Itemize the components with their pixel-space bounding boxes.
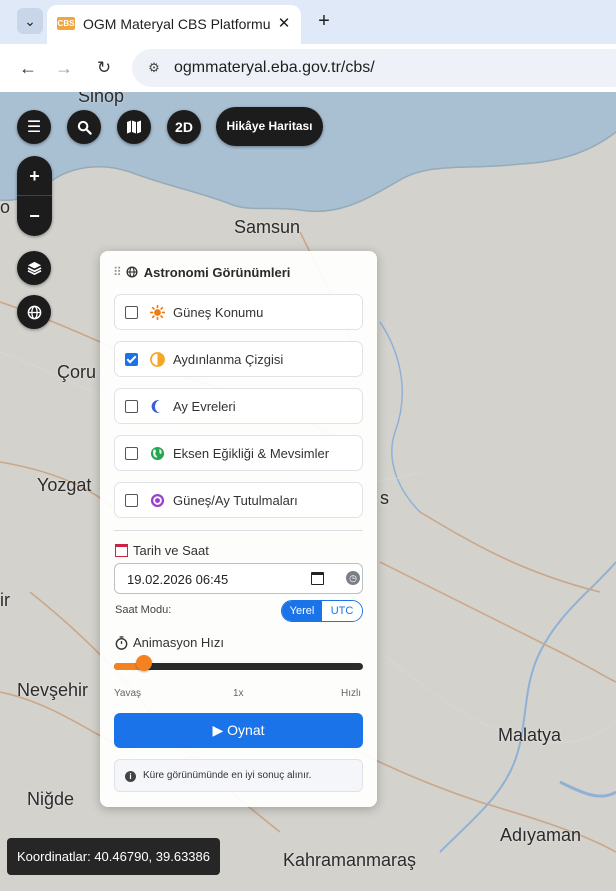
- datetime-value: 19.02.2026 06:45: [127, 572, 229, 587]
- browser-toolbar: ← → ↻ ⚙ ogmmateryal.eba.gov.tr/cbs/: [0, 44, 616, 92]
- tab-title: OGM Materyal CBS Platformu: [83, 16, 271, 32]
- coordinates-readout: Koordinatlar: 40.46790, 39.63386: [7, 838, 220, 875]
- reload-icon[interactable]: ↻: [92, 56, 116, 80]
- panel-header[interactable]: ⠿ Astronomi Görünümleri: [113, 264, 290, 280]
- city-label: Niğde: [27, 789, 75, 809]
- back-arrow-icon[interactable]: ←: [16, 56, 40, 80]
- astronomy-panel: ⠿ Astronomi Görünümleri Güneş Konumu Ayd…: [100, 251, 377, 807]
- info-text: Küre görünümünde en iyi sonuç alınır.: [143, 770, 312, 781]
- option-label: Eksen Eğikliği & Mevsimler: [173, 446, 330, 461]
- layers-icon: [27, 261, 41, 275]
- play-label: Oynat: [227, 722, 265, 738]
- chevron-down-icon: ⌄: [24, 12, 36, 29]
- calendar-picker-icon[interactable]: [311, 572, 324, 585]
- river: [379, 321, 421, 513]
- option-label: Ay Evreleri: [173, 399, 236, 414]
- moon-phases-checkbox[interactable]: [125, 400, 138, 413]
- sun-icon: [150, 305, 165, 320]
- view-2d-button[interactable]: 2D: [167, 110, 201, 144]
- datetime-label: Tarih ve Saat: [133, 543, 209, 558]
- city-label: Samsun: [234, 217, 301, 237]
- option-axial-tilt[interactable]: Eksen Eğikliği & Mevsimler: [114, 435, 363, 471]
- story-map-button[interactable]: Hikâye Haritası: [216, 107, 323, 146]
- eclipses-checkbox[interactable]: [125, 494, 138, 507]
- option-moon-phases[interactable]: Ay Evreleri: [114, 388, 363, 424]
- city-label: s: [380, 488, 389, 508]
- half-circle-icon: [150, 352, 165, 367]
- panel-title: Astronomi Görünümleri: [143, 264, 291, 280]
- river: [559, 780, 616, 798]
- calendar-icon: [115, 544, 128, 557]
- address-bar[interactable]: ⚙ ogmmateryal.eba.gov.tr/cbs/: [132, 49, 616, 87]
- animation-section: Animasyon Hızı: [115, 635, 224, 650]
- eclipse-icon: [150, 493, 165, 508]
- browser-tab-bar: ⌄ CBS OGM Materyal CBS Platformu ✕ +: [0, 0, 616, 44]
- stopwatch-icon: [115, 635, 128, 650]
- url-text: ogmmateryal.eba.gov.tr/cbs/: [174, 59, 375, 76]
- zoom-in-button[interactable]: +: [17, 156, 52, 196]
- search-icon: [77, 120, 92, 135]
- option-label: Aydınlanma Çizgisi: [173, 352, 284, 367]
- option-sun-position[interactable]: Güneş Konumu: [114, 294, 363, 330]
- forward-arrow-icon[interactable]: →: [52, 56, 76, 80]
- browser-tab[interactable]: CBS OGM Materyal CBS Platformu ✕: [47, 5, 301, 44]
- time-mode-label: Saat Modu:: [115, 604, 172, 616]
- search-button[interactable]: [67, 110, 101, 144]
- city-label: Malatya: [498, 725, 562, 745]
- city-label: o: [0, 197, 11, 217]
- mode-utc-button[interactable]: UTC: [322, 601, 362, 621]
- axial-tilt-checkbox[interactable]: [125, 447, 138, 460]
- drag-handle-icon[interactable]: ⠿: [113, 265, 122, 279]
- globe-icon: [27, 305, 41, 319]
- city-label: ir: [0, 590, 10, 610]
- mode-local-button[interactable]: Yerel: [282, 601, 322, 621]
- city-label: Adıyaman: [500, 825, 582, 845]
- play-icon: ▶: [212, 722, 228, 738]
- play-button[interactable]: ▶ Oynat: [114, 713, 363, 748]
- close-tab-icon[interactable]: ✕: [274, 14, 294, 34]
- datetime-input[interactable]: 19.02.2026 06:45 ◷: [114, 563, 363, 594]
- layers-button[interactable]: [17, 251, 51, 285]
- basemap-button[interactable]: [117, 110, 151, 144]
- city-label: Kahramanmaraş: [283, 850, 417, 870]
- globe-button[interactable]: [17, 295, 51, 329]
- city-label: Nevşehir: [17, 680, 89, 700]
- city-label: Çoru: [57, 362, 97, 382]
- menu-icon: ☰: [26, 119, 42, 136]
- menu-button[interactable]: ☰: [17, 110, 51, 144]
- tab-search-button[interactable]: ⌄: [17, 8, 43, 34]
- speed-slow-label: Yavaş: [114, 688, 142, 699]
- speed-slider-thumb[interactable]: [135, 655, 152, 671]
- favicon-icon: CBS: [57, 17, 75, 30]
- city-label: Sinop: [78, 92, 125, 106]
- info-note: i Küre görünümünde en iyi sonuç alınır.: [114, 759, 363, 792]
- moon-icon: [151, 400, 160, 413]
- speed-value-label: 1x: [233, 688, 244, 699]
- clock-icon[interactable]: ◷: [346, 571, 360, 585]
- animation-label: Animasyon Hızı: [133, 635, 225, 650]
- new-tab-button[interactable]: +: [313, 10, 335, 32]
- zoom-control: + −: [17, 156, 52, 236]
- zoom-out-button[interactable]: −: [17, 196, 52, 236]
- option-eclipses[interactable]: Güneş/Ay Tutulmaları: [114, 482, 363, 518]
- divider: [114, 530, 363, 531]
- terminator-checkbox[interactable]: [125, 353, 138, 366]
- map-icon: [127, 120, 141, 134]
- speed-fast-label: Hızlı: [341, 688, 361, 699]
- time-mode-toggle: Yerel UTC: [281, 600, 363, 622]
- option-label: Güneş Konumu: [173, 305, 264, 320]
- option-label: Güneş/Ay Tutulmaları: [173, 493, 298, 508]
- site-settings-icon[interactable]: ⚙: [143, 57, 165, 79]
- city-label: Yozgat: [37, 475, 92, 495]
- globe-icon: [126, 266, 138, 278]
- datetime-section: Tarih ve Saat: [115, 543, 209, 558]
- info-icon: i: [125, 771, 136, 782]
- earth-icon: [150, 446, 165, 461]
- option-terminator[interactable]: Aydınlanma Çizgisi: [114, 341, 363, 377]
- sun-position-checkbox[interactable]: [125, 306, 138, 319]
